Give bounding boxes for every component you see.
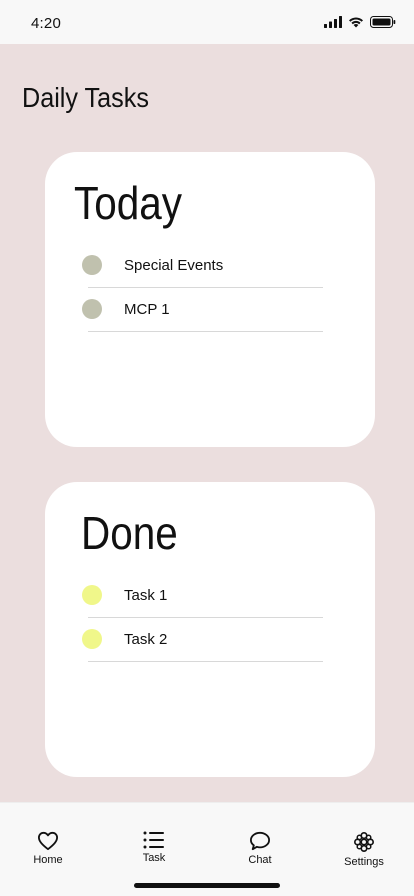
task-status-dot[interactable] [82,629,102,649]
chat-bubble-icon [250,831,271,851]
battery-icon [370,16,396,28]
today-card-title: Today [74,177,183,229]
tab-settings[interactable]: Settings [329,831,399,868]
task-row-task-2[interactable]: Task 2 [82,618,323,662]
task-label: Task 2 [124,631,168,648]
tab-chat-label: Chat [248,854,272,866]
task-row-task-1[interactable]: Task 1 [82,574,323,618]
task-row-special-events[interactable]: Special Events [82,244,323,288]
list-icon [143,831,164,849]
tab-bar: Home Task Chat Settings [0,802,414,896]
home-indicator[interactable] [134,883,280,888]
tab-home-label: Home [33,854,63,866]
heart-icon [38,831,58,851]
wifi-icon [349,17,363,28]
tab-task-label: Task [142,852,166,864]
task-label: Task 1 [124,587,168,604]
tab-home[interactable]: Home [13,831,83,866]
cellular-signal-icon [324,16,342,28]
tab-settings-label: Settings [344,856,384,868]
status-bar: 4:20 [0,0,414,44]
today-card: Today Special Events MCP 1 [45,152,375,447]
task-row-mcp-1[interactable]: MCP 1 [82,288,323,332]
task-label: MCP 1 [124,301,170,318]
done-card-title: Done [81,507,178,559]
tab-chat[interactable]: Chat [225,831,295,866]
main-content: Daily Tasks Today Special Events MCP 1 D… [0,44,414,802]
task-status-dot[interactable] [82,299,102,319]
done-card: Done Task 1 Task 2 [45,482,375,777]
status-icons [324,16,396,28]
status-time: 4:20 [31,15,61,32]
task-label: Special Events [124,257,224,274]
task-status-dot[interactable] [82,255,102,275]
task-status-dot[interactable] [82,585,102,605]
flower-icon [354,832,374,852]
page-title: Daily Tasks [22,82,149,113]
tab-task[interactable]: Task [119,831,189,864]
